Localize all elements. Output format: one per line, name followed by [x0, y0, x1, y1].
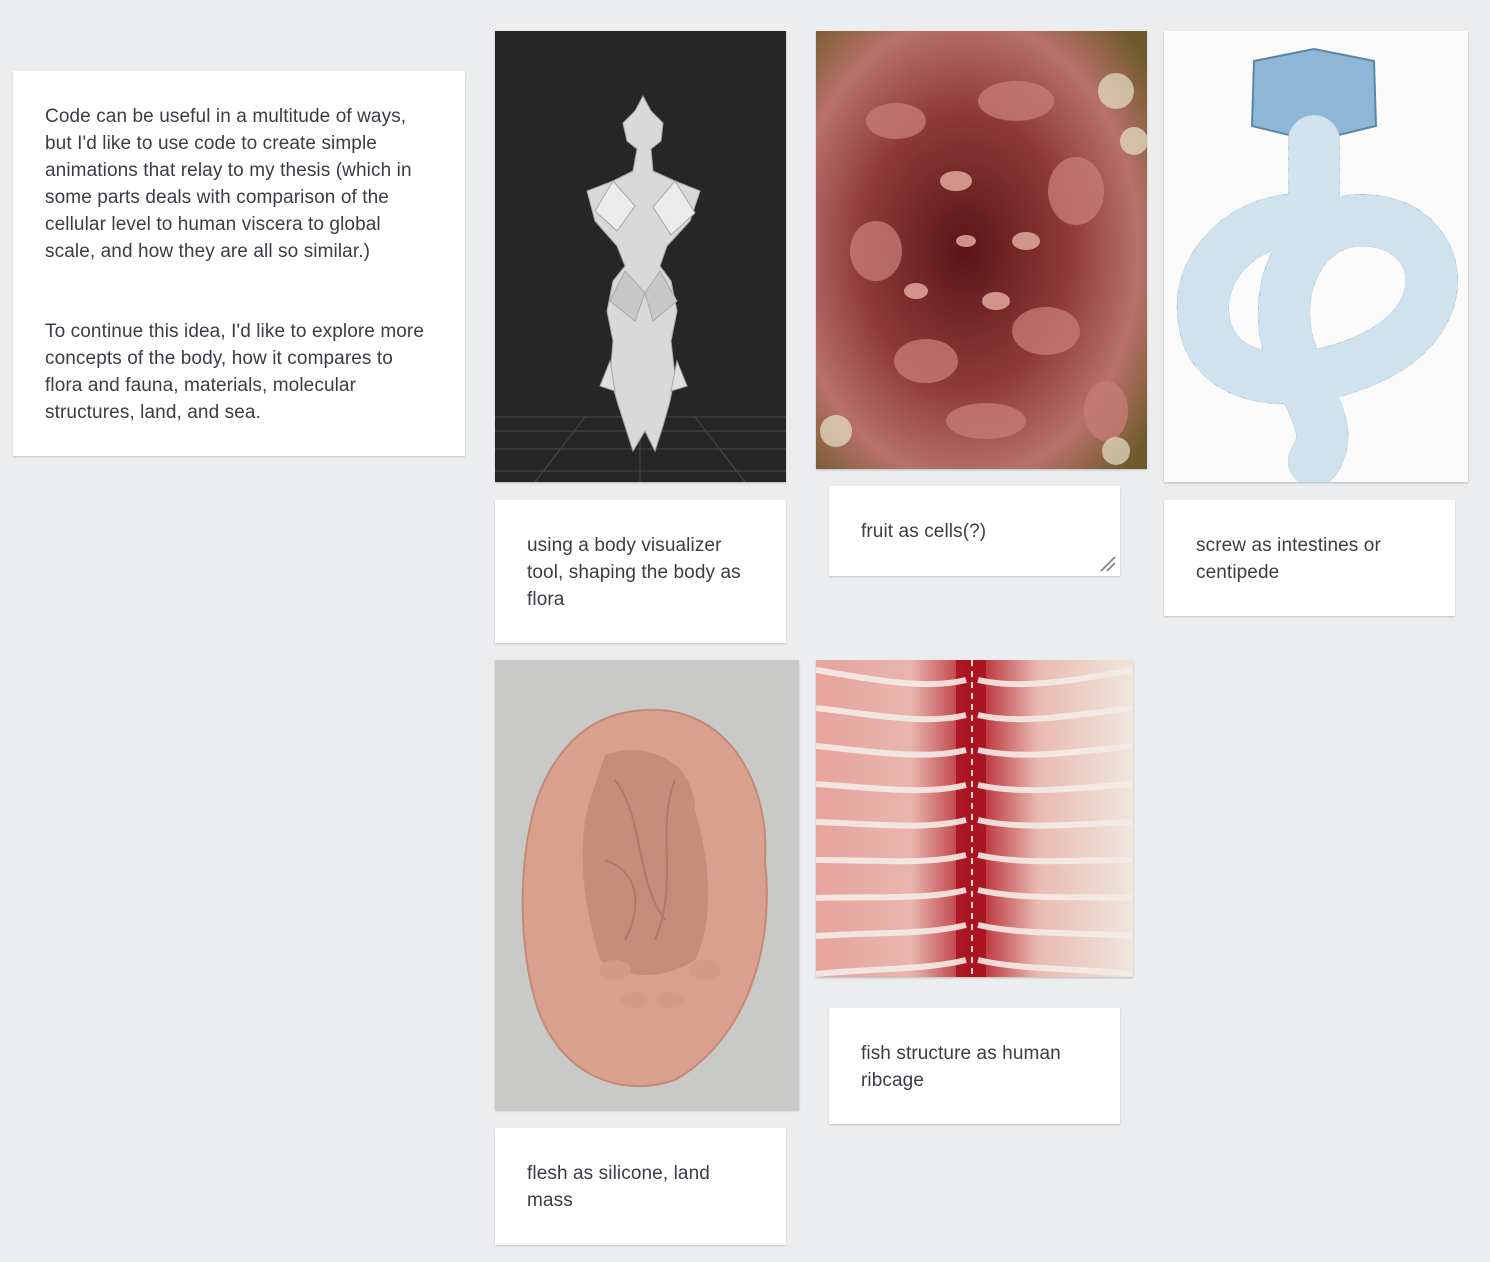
caption-card-screw[interactable]: screw as intestines or centipede [1164, 500, 1455, 616]
caption-text: fruit as cells(?) [861, 521, 987, 542]
caption-text: screw as intestines or centipede [1196, 535, 1381, 583]
flesh-silicone-image[interactable] [495, 660, 799, 1110]
caption-card-fish[interactable]: fish structure as human ribcage [829, 1008, 1120, 1124]
caption-text: fish structure as human ribcage [861, 1043, 1061, 1091]
caption-text: using a body visualizer tool, shaping th… [527, 535, 741, 610]
resize-handle-icon[interactable] [1097, 553, 1117, 573]
caption-card-flesh[interactable]: flesh as silicone, land mass [495, 1128, 786, 1245]
screw-knot-image[interactable] [1164, 31, 1468, 482]
intro-paragraph-2: To continue this idea, I'd like to explo… [45, 321, 425, 423]
fruit-cells-image[interactable] [816, 31, 1147, 469]
fish-structure-image[interactable] [816, 660, 1133, 977]
moodboard-canvas: Code can be useful in a multitude of way… [0, 0, 1490, 1262]
intro-paragraph-1: Code can be useful in a multitude of way… [45, 106, 412, 262]
caption-card-body-visualizer[interactable]: using a body visualizer tool, shaping th… [495, 500, 786, 643]
caption-text: flesh as silicone, land mass [527, 1163, 710, 1211]
caption-card-fruit[interactable]: fruit as cells(?) [829, 486, 1120, 576]
intro-text-card[interactable]: Code can be useful in a multitude of way… [13, 71, 465, 456]
body-visualizer-image[interactable] [495, 31, 786, 482]
